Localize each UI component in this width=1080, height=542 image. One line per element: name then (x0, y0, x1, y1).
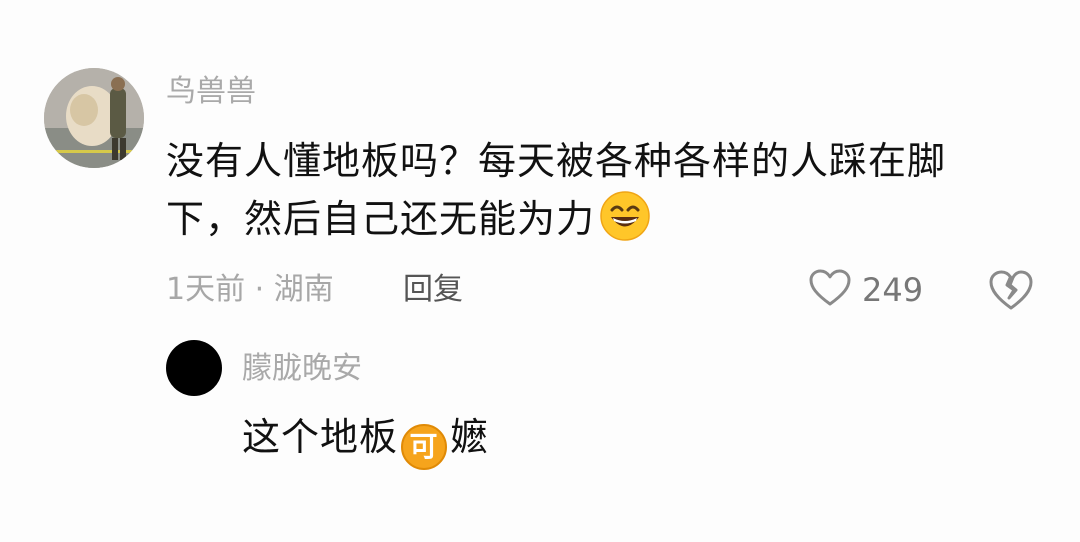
broken-heart-icon[interactable] (988, 268, 1034, 316)
comment-text-line-2-text: 下，然后自己还无能为力 (166, 197, 596, 241)
heart-icon[interactable] (808, 268, 852, 312)
grinning-face-emoji-icon (599, 190, 651, 258)
comment-time-location: 1天前 · 湖南 (166, 272, 334, 307)
commenter-avatar[interactable] (44, 68, 144, 168)
reply-text-before: 这个地板 (242, 415, 399, 459)
comment-body: 没有人懂地板吗？每天被各种各样的人踩在脚 下，然后自己还无能为力 (166, 132, 996, 258)
comment-text-line-2: 下，然后自己还无能为力 (166, 190, 996, 258)
like-count: 249 (862, 271, 924, 309)
replier-username[interactable]: 朦胧晚安 (242, 349, 362, 389)
like-button[interactable]: 249 (808, 268, 923, 312)
comment-text-line-1: 没有人懂地板吗？每天被各种各样的人踩在脚 (166, 139, 947, 183)
replier-avatar[interactable] (166, 340, 222, 396)
commenter-username[interactable]: 鸟兽兽 (166, 72, 256, 112)
ke-sticker-icon: 可 (401, 424, 448, 470)
reply-body: 这个地板可嬷 (242, 410, 489, 470)
reply-button[interactable]: 回复 (403, 268, 463, 312)
reply-text-after: 嬷 (450, 415, 490, 459)
